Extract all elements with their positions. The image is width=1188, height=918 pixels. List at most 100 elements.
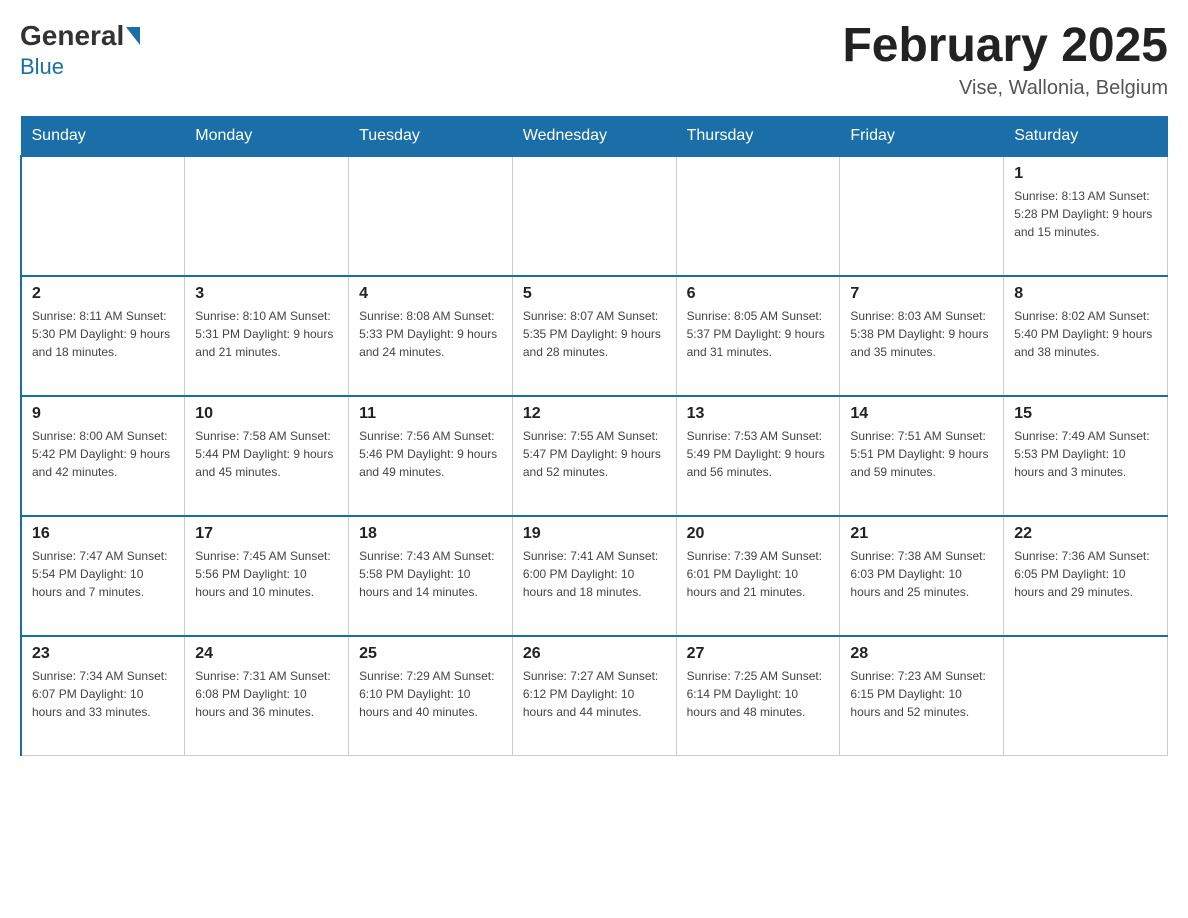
day-of-week-header: Tuesday — [349, 116, 513, 156]
calendar-cell — [512, 156, 676, 276]
day-info: Sunrise: 7:45 AM Sunset: 5:56 PM Dayligh… — [195, 547, 338, 601]
calendar-cell — [185, 156, 349, 276]
calendar-cell: 27 Sunrise: 7:25 AM Sunset: 6:14 PM Dayli… — [676, 636, 840, 756]
calendar-cell — [840, 156, 1004, 276]
calendar-title: February 2025 — [842, 20, 1168, 73]
day-number: 18 — [359, 525, 502, 543]
day-info: Sunrise: 7:23 AM Sunset: 6:15 PM Dayligh… — [850, 667, 993, 721]
day-info: Sunrise: 7:53 AM Sunset: 5:49 PM Dayligh… — [687, 427, 830, 481]
calendar-cell: 15 Sunrise: 7:49 AM Sunset: 5:53 PM Dayli… — [1004, 396, 1168, 516]
day-number: 9 — [32, 405, 174, 423]
day-number: 3 — [195, 285, 338, 303]
day-number: 15 — [1014, 405, 1157, 423]
calendar-cell — [1004, 636, 1168, 756]
calendar-cell: 1 Sunrise: 8:13 AM Sunset: 5:28 PM Daylig… — [1004, 156, 1168, 276]
calendar-cell: 20 Sunrise: 7:39 AM Sunset: 6:01 PM Dayli… — [676, 516, 840, 636]
day-of-week-header: Sunday — [21, 116, 185, 156]
calendar-cell: 5 Sunrise: 8:07 AM Sunset: 5:35 PM Daylig… — [512, 276, 676, 396]
day-info: Sunrise: 8:11 AM Sunset: 5:30 PM Dayligh… — [32, 307, 174, 361]
day-info: Sunrise: 8:07 AM Sunset: 5:35 PM Dayligh… — [523, 307, 666, 361]
day-info: Sunrise: 7:25 AM Sunset: 6:14 PM Dayligh… — [687, 667, 830, 721]
calendar-cell: 12Sunrise: 7:55 AM Sunset: 5:47 PM Dayli… — [512, 396, 676, 516]
day-number: 14 — [850, 405, 993, 423]
logo-blue-text: Blue — [20, 54, 64, 80]
calendar-subtitle: Vise, Wallonia, Belgium — [842, 77, 1168, 100]
day-number: 16 — [32, 525, 174, 543]
calendar-cell — [21, 156, 185, 276]
logo: General Blue — [20, 20, 142, 80]
day-info: Sunrise: 8:02 AM Sunset: 5:40 PM Dayligh… — [1014, 307, 1157, 361]
day-of-week-header: Friday — [840, 116, 1004, 156]
day-info: Sunrise: 7:51 AM Sunset: 5:51 PM Dayligh… — [850, 427, 993, 481]
day-number: 10 — [195, 405, 338, 423]
day-info: Sunrise: 7:38 AM Sunset: 6:03 PM Dayligh… — [850, 547, 993, 601]
day-number: 4 — [359, 285, 502, 303]
calendar-week-row: 2Sunrise: 8:11 AM Sunset: 5:30 PM Daylig… — [21, 276, 1168, 396]
day-number: 7 — [850, 285, 993, 303]
calendar-cell: 3Sunrise: 8:10 AM Sunset: 5:31 PM Daylig… — [185, 276, 349, 396]
day-info: Sunrise: 7:49 AM Sunset: 5:53 PM Dayligh… — [1014, 427, 1157, 481]
day-of-week-header: Saturday — [1004, 116, 1168, 156]
day-number: 25 — [359, 645, 502, 663]
day-number: 1 — [1014, 165, 1157, 183]
logo-general-text: General — [20, 20, 124, 52]
day-number: 5 — [523, 285, 666, 303]
calendar-cell: 26 Sunrise: 7:27 AM Sunset: 6:12 PM Dayli… — [512, 636, 676, 756]
day-number: 28 — [850, 645, 993, 663]
calendar-header-row: SundayMondayTuesdayWednesdayThursdayFrid… — [21, 116, 1168, 156]
day-number: 27 — [687, 645, 830, 663]
calendar-cell: 13Sunrise: 7:53 AM Sunset: 5:49 PM Dayli… — [676, 396, 840, 516]
calendar-cell: 4 Sunrise: 8:08 AM Sunset: 5:33 PM Daylig… — [349, 276, 513, 396]
day-info: Sunrise: 8:00 AM Sunset: 5:42 PM Dayligh… — [32, 427, 174, 481]
day-info: Sunrise: 7:39 AM Sunset: 6:01 PM Dayligh… — [687, 547, 830, 601]
day-number: 6 — [687, 285, 830, 303]
day-info: Sunrise: 7:31 AM Sunset: 6:08 PM Dayligh… — [195, 667, 338, 721]
day-info: Sunrise: 8:13 AM Sunset: 5:28 PM Dayligh… — [1014, 187, 1157, 241]
day-info: Sunrise: 7:34 AM Sunset: 6:07 PM Dayligh… — [32, 667, 174, 721]
day-number: 17 — [195, 525, 338, 543]
calendar-cell: 11 Sunrise: 7:56 AM Sunset: 5:46 PM Dayli… — [349, 396, 513, 516]
calendar-cell: 16Sunrise: 7:47 AM Sunset: 5:54 PM Dayli… — [21, 516, 185, 636]
day-info: Sunrise: 8:08 AM Sunset: 5:33 PM Dayligh… — [359, 307, 502, 361]
day-number: 20 — [687, 525, 830, 543]
day-number: 26 — [523, 645, 666, 663]
calendar-cell: 22Sunrise: 7:36 AM Sunset: 6:05 PM Dayli… — [1004, 516, 1168, 636]
day-number: 22 — [1014, 525, 1157, 543]
day-number: 24 — [195, 645, 338, 663]
calendar-cell: 8 Sunrise: 8:02 AM Sunset: 5:40 PM Daylig… — [1004, 276, 1168, 396]
page-header: General Blue February 2025 Vise, Walloni… — [20, 20, 1168, 100]
title-block: February 2025 Vise, Wallonia, Belgium — [842, 20, 1168, 100]
calendar-cell: 10Sunrise: 7:58 AM Sunset: 5:44 PM Dayli… — [185, 396, 349, 516]
calendar-cell: 6Sunrise: 8:05 AM Sunset: 5:37 PM Daylig… — [676, 276, 840, 396]
day-info: Sunrise: 8:03 AM Sunset: 5:38 PM Dayligh… — [850, 307, 993, 361]
day-info: Sunrise: 7:43 AM Sunset: 5:58 PM Dayligh… — [359, 547, 502, 601]
calendar-cell: 17 Sunrise: 7:45 AM Sunset: 5:56 PM Dayli… — [185, 516, 349, 636]
calendar-cell — [676, 156, 840, 276]
calendar-cell: 14 Sunrise: 7:51 AM Sunset: 5:51 PM Dayli… — [840, 396, 1004, 516]
day-info: Sunrise: 7:29 AM Sunset: 6:10 PM Dayligh… — [359, 667, 502, 721]
day-info: Sunrise: 7:41 AM Sunset: 6:00 PM Dayligh… — [523, 547, 666, 601]
calendar-cell: 28 Sunrise: 7:23 AM Sunset: 6:15 PM Dayli… — [840, 636, 1004, 756]
calendar-cell: 7 Sunrise: 8:03 AM Sunset: 5:38 PM Daylig… — [840, 276, 1004, 396]
day-number: 8 — [1014, 285, 1157, 303]
day-info: Sunrise: 7:56 AM Sunset: 5:46 PM Dayligh… — [359, 427, 502, 481]
calendar-cell: 9 Sunrise: 8:00 AM Sunset: 5:42 PM Daylig… — [21, 396, 185, 516]
calendar-cell: 23 Sunrise: 7:34 AM Sunset: 6:07 PM Dayli… — [21, 636, 185, 756]
calendar-cell: 24 Sunrise: 7:31 AM Sunset: 6:08 PM Dayli… — [185, 636, 349, 756]
calendar-cell — [349, 156, 513, 276]
day-number: 19 — [523, 525, 666, 543]
calendar-cell: 18 Sunrise: 7:43 AM Sunset: 5:58 PM Dayli… — [349, 516, 513, 636]
calendar-week-row: 23 Sunrise: 7:34 AM Sunset: 6:07 PM Dayli… — [21, 636, 1168, 756]
calendar-table: SundayMondayTuesdayWednesdayThursdayFrid… — [20, 116, 1168, 757]
calendar-week-row: 9 Sunrise: 8:00 AM Sunset: 5:42 PM Daylig… — [21, 396, 1168, 516]
day-info: Sunrise: 7:27 AM Sunset: 6:12 PM Dayligh… — [523, 667, 666, 721]
day-number: 23 — [32, 645, 174, 663]
calendar-cell: 21 Sunrise: 7:38 AM Sunset: 6:03 PM Dayli… — [840, 516, 1004, 636]
day-number: 12 — [523, 405, 666, 423]
day-number: 21 — [850, 525, 993, 543]
day-number: 11 — [359, 405, 502, 423]
day-of-week-header: Wednesday — [512, 116, 676, 156]
logo-arrow-icon — [126, 27, 140, 45]
calendar-cell: 2Sunrise: 8:11 AM Sunset: 5:30 PM Daylig… — [21, 276, 185, 396]
day-of-week-header: Monday — [185, 116, 349, 156]
